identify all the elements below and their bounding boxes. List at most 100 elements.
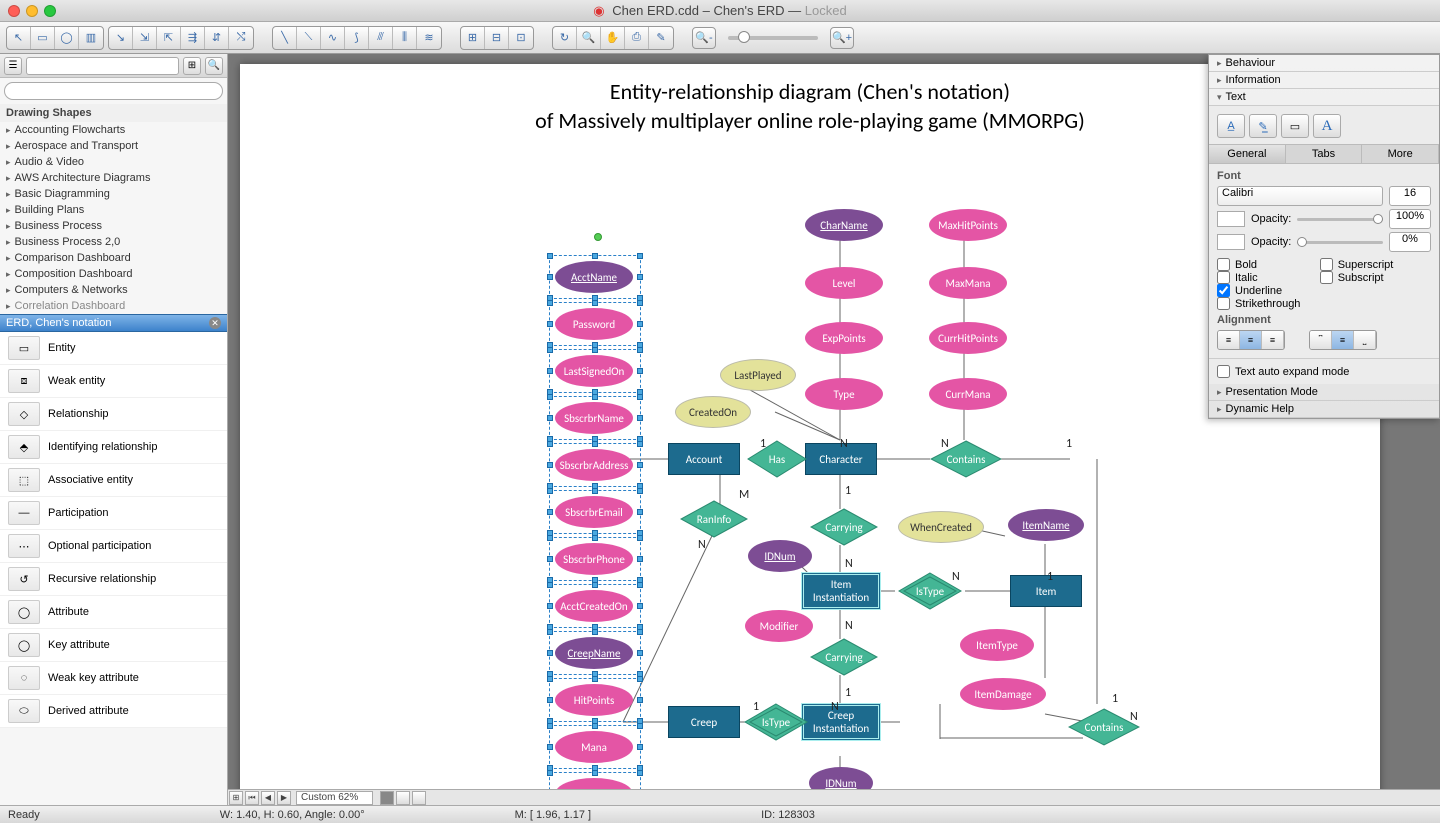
text-opacity-slider[interactable] xyxy=(1297,218,1383,221)
library-category[interactable]: Audio & Video xyxy=(0,154,227,170)
resize-handle[interactable] xyxy=(547,321,553,327)
resize-handle[interactable] xyxy=(592,629,598,635)
resize-handle[interactable] xyxy=(547,394,553,400)
align-right-icon[interactable]: ≡ xyxy=(1262,331,1284,349)
eyedropper-icon[interactable]: ✎ xyxy=(649,27,673,49)
resize-handle[interactable] xyxy=(592,347,598,353)
library-category[interactable]: Accounting Flowcharts xyxy=(0,122,227,138)
resize-handle[interactable] xyxy=(637,368,643,374)
section-presentation[interactable]: Presentation Mode xyxy=(1209,384,1439,401)
library-category[interactable]: AWS Architecture Diagrams xyxy=(0,170,227,186)
page-next-icon[interactable]: ▶ xyxy=(277,791,291,805)
resize-handle[interactable] xyxy=(547,368,553,374)
resize-handle[interactable] xyxy=(547,629,553,635)
rel-has[interactable]: Has xyxy=(747,440,807,478)
zoom-out-icon[interactable]: 🔍- xyxy=(692,27,716,49)
attr-selected[interactable]: Mana xyxy=(555,731,633,763)
library-filter-input[interactable] xyxy=(26,57,179,75)
resize-handle[interactable] xyxy=(637,582,643,588)
library-category[interactable]: Composition Dashboard xyxy=(0,266,227,282)
subscript-checkbox[interactable]: Subscript xyxy=(1320,271,1423,284)
resize-handle[interactable] xyxy=(637,253,643,259)
italic-checkbox[interactable]: Italic xyxy=(1217,271,1320,284)
rect-tool-icon[interactable]: ▭ xyxy=(31,27,55,49)
connector1-icon[interactable]: ↘ xyxy=(109,27,133,49)
resize-handle[interactable] xyxy=(637,347,643,353)
shape-stencil[interactable]: ⋯Optional participation xyxy=(0,530,227,563)
resize-handle[interactable] xyxy=(547,535,553,541)
attr-selected[interactable]: SbscrbrAddress xyxy=(555,449,633,481)
connector2-icon[interactable]: ⇲ xyxy=(133,27,157,49)
group-icon[interactable]: ⊞ xyxy=(461,27,485,49)
attr-type[interactable]: Type xyxy=(805,378,883,410)
resize-handle[interactable] xyxy=(637,415,643,421)
attr-idnum1[interactable]: IDNum xyxy=(748,540,812,572)
attr-selected[interactable]: SbscrbrName xyxy=(555,402,633,434)
attr-selected[interactable]: SbscrbrPhone xyxy=(555,543,633,575)
rotate-handle[interactable] xyxy=(594,233,602,241)
resize-handle[interactable] xyxy=(547,744,553,750)
attr-createdon[interactable]: CreatedOn xyxy=(675,396,751,428)
library-category[interactable]: Basic Diagramming xyxy=(0,186,227,202)
attr-modifier[interactable]: Modifier xyxy=(745,610,813,642)
section-information[interactable]: Information xyxy=(1209,72,1439,89)
resize-handle[interactable] xyxy=(547,509,553,515)
connector6-icon[interactable]: ⤭ xyxy=(229,27,253,49)
resize-handle[interactable] xyxy=(637,535,643,541)
resize-handle[interactable] xyxy=(592,582,598,588)
path1-icon[interactable]: ⫻ xyxy=(369,27,393,49)
resize-handle[interactable] xyxy=(592,488,598,494)
valign-bottom-icon[interactable]: ⎵ xyxy=(1354,331,1376,349)
resize-handle[interactable] xyxy=(547,300,553,306)
resize-handle[interactable] xyxy=(637,629,643,635)
connector5-icon[interactable]: ⇵ xyxy=(205,27,229,49)
rel-carrying2[interactable]: Carrying xyxy=(810,638,878,676)
close-library-icon[interactable]: ✕ xyxy=(209,317,221,329)
resize-handle[interactable] xyxy=(592,676,598,682)
inspector-panel[interactable]: Behaviour Information Text A̲ ✎̲ ▭ A Gen… xyxy=(1208,54,1440,419)
section-text[interactable]: Text xyxy=(1209,89,1439,106)
attr-maxmana[interactable]: MaxMana xyxy=(929,267,1007,299)
align-left-icon[interactable]: ≡ xyxy=(1218,331,1240,349)
resize-handle[interactable] xyxy=(637,744,643,750)
attr-lastplayed[interactable]: LastPlayed xyxy=(720,359,796,391)
attr-itemdamage[interactable]: ItemDamage xyxy=(960,678,1046,710)
resize-handle[interactable] xyxy=(547,462,553,468)
tab-general[interactable]: General xyxy=(1209,145,1286,163)
shape-stencil[interactable]: ◯Attribute xyxy=(0,596,227,629)
page-tab-2[interactable] xyxy=(396,791,410,805)
resize-handle[interactable] xyxy=(637,394,643,400)
resize-handle[interactable] xyxy=(637,321,643,327)
font-family-select[interactable]: Calibri xyxy=(1217,186,1383,206)
attr-level[interactable]: Level xyxy=(805,267,883,299)
page-tab-1[interactable] xyxy=(380,791,394,805)
attr-itemname[interactable]: ItemName xyxy=(1008,509,1084,541)
page-expand-icon[interactable]: ⊞ xyxy=(229,791,243,805)
text-color-icon[interactable]: A̲ xyxy=(1217,114,1245,138)
text-opacity-value[interactable]: 100% xyxy=(1389,209,1431,229)
resize-handle[interactable] xyxy=(637,603,643,609)
shape-stencil[interactable]: —Participation xyxy=(0,497,227,530)
library-category[interactable]: Building Plans xyxy=(0,202,227,218)
resize-handle[interactable] xyxy=(592,535,598,541)
resize-handle[interactable] xyxy=(547,441,553,447)
bg-opacity-slider[interactable] xyxy=(1297,241,1383,244)
underline-checkbox[interactable]: Underline xyxy=(1217,284,1320,297)
attr-whencreated[interactable]: WhenCreated xyxy=(898,511,984,543)
canvas-area[interactable]: Entity-relationship diagram (Chen's nota… xyxy=(228,54,1440,805)
resize-handle[interactable] xyxy=(637,274,643,280)
valign-top-icon[interactable]: ⎴ xyxy=(1310,331,1332,349)
bg-opacity-value[interactable]: 0% xyxy=(1389,232,1431,252)
attr-selected[interactable]: LastSignedOn xyxy=(555,355,633,387)
shape-stencil[interactable]: ◇Relationship xyxy=(0,398,227,431)
resize-handle[interactable] xyxy=(547,697,553,703)
resize-handle[interactable] xyxy=(637,441,643,447)
resize-handle[interactable] xyxy=(547,770,553,776)
search-icon[interactable]: 🔍 xyxy=(205,57,223,75)
grid-view-icon[interactable]: ⊞ xyxy=(183,57,201,75)
path2-icon[interactable]: ⫼ xyxy=(393,27,417,49)
resize-handle[interactable] xyxy=(592,253,598,259)
resize-handle[interactable] xyxy=(547,488,553,494)
search-icon[interactable]: 🔍 xyxy=(577,27,601,49)
resize-handle[interactable] xyxy=(637,556,643,562)
